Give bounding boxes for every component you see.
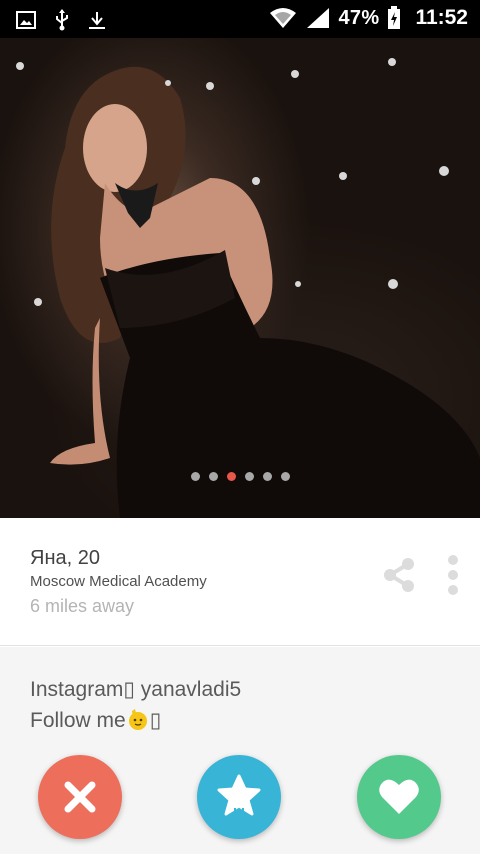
clock: 11:52 <box>415 6 468 29</box>
profile-distance: 6 miles away <box>30 596 135 616</box>
close-icon <box>64 781 96 813</box>
like-button[interactable] <box>357 755 441 839</box>
wifi-icon <box>269 6 297 30</box>
profile-info: Яна, 20 Moscow Medical Academy 6 miles a… <box>0 518 480 646</box>
profile-photo[interactable] <box>0 38 480 518</box>
share-button[interactable] <box>380 556 418 594</box>
pager-dot[interactable] <box>190 472 200 481</box>
gallery-icon <box>16 10 36 30</box>
profile-school: Moscow Medical Academy <box>30 573 207 590</box>
profile-name-age: Яна, 20 <box>30 547 100 569</box>
star-icon <box>217 774 261 819</box>
heart-icon <box>379 779 419 814</box>
bio-line-instagram: Instagram▯ yanavladi5 <box>30 678 242 701</box>
more-options-button[interactable] <box>440 554 466 596</box>
pager-dot[interactable] <box>262 472 272 481</box>
super-like-button[interactable] <box>197 755 281 839</box>
download-icon <box>88 10 106 30</box>
pager-dot[interactable] <box>244 472 254 481</box>
bio-line-follow: Follow me ▯ <box>30 707 161 733</box>
raised-hand-emoji-icon <box>126 707 150 731</box>
photo-pager[interactable] <box>0 472 480 481</box>
battery-percent: 47% <box>338 6 380 29</box>
pager-dot-active[interactable] <box>226 472 236 481</box>
nope-button[interactable] <box>38 755 122 839</box>
status-bar: 47% 11:52 <box>0 0 480 38</box>
more-vertical-icon <box>448 555 458 595</box>
bio-follow-text: Follow me <box>30 709 126 732</box>
signal-icon <box>305 7 331 29</box>
battery-icon <box>387 6 401 30</box>
bio-follow-tail: ▯ <box>149 709 162 732</box>
pager-dot[interactable] <box>208 472 218 481</box>
photo-illustration <box>16 58 480 518</box>
usb-icon <box>54 9 70 31</box>
pager-dot[interactable] <box>280 472 290 481</box>
share-icon <box>384 558 414 592</box>
